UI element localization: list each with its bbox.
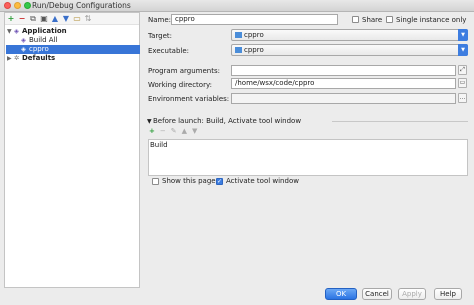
- cmake-target-icon: ◈: [21, 36, 26, 44]
- activate-tool-window-label: Activate tool window: [226, 177, 299, 185]
- folder-icon[interactable]: ▭: [73, 14, 81, 24]
- copy-icon[interactable]: ⧉: [29, 14, 37, 24]
- program-arguments-label: Program arguments:: [148, 67, 220, 75]
- tree-item-label: Defaults: [22, 54, 56, 62]
- close-window-button[interactable]: [4, 2, 11, 9]
- single-instance-label: Single instance only: [396, 16, 467, 24]
- executable-icon: [235, 47, 242, 53]
- target-value: cppro: [244, 31, 264, 39]
- configurations-tree-panel: + − ⧉ ▣ ▲ ▼ ▭ ⇅ ▼ ◈ Application ◈ Build All…: [4, 12, 140, 288]
- move-down-icon[interactable]: ▼: [192, 127, 197, 135]
- environment-variables-input[interactable]: [231, 93, 456, 104]
- ok-button[interactable]: OK: [325, 288, 357, 300]
- add-icon[interactable]: +: [149, 127, 155, 135]
- checkmark-icon: ✓: [217, 178, 223, 185]
- chevron-down-icon[interactable]: ▼: [458, 44, 468, 56]
- show-this-page-checkbox[interactable]: [152, 178, 159, 185]
- move-down-icon[interactable]: ▼: [62, 14, 70, 24]
- apply-button[interactable]: Apply: [398, 288, 426, 300]
- move-up-icon[interactable]: ▲: [51, 14, 59, 24]
- minimize-window-button[interactable]: [14, 2, 21, 9]
- window-title: Run/Debug Configurations: [32, 1, 131, 10]
- maximize-window-button[interactable]: [24, 2, 31, 9]
- target-select[interactable]: cppro ▼: [231, 29, 468, 41]
- browse-folder-button[interactable]: ▭: [458, 78, 467, 88]
- target-label: Target:: [148, 32, 173, 40]
- cancel-button[interactable]: Cancel: [362, 288, 392, 300]
- remove-icon[interactable]: −: [160, 127, 166, 135]
- folder-icon: ▭: [459, 79, 466, 86]
- executable-label: Executable:: [148, 47, 190, 55]
- working-directory-input[interactable]: /home/wsx/code/cppro: [231, 78, 456, 89]
- add-icon[interactable]: +: [7, 14, 15, 24]
- tree-item-application[interactable]: ▼ ◈ Application: [7, 27, 139, 36]
- remove-icon[interactable]: −: [18, 14, 26, 24]
- expand-arguments-button[interactable]: ⤢: [458, 65, 467, 75]
- tree-item-cppro[interactable]: ◈ cppro: [6, 45, 140, 54]
- expand-icon: ⤢: [460, 66, 465, 73]
- before-launch-toggle-icon[interactable]: ▼: [147, 118, 152, 125]
- help-button[interactable]: Help: [434, 288, 462, 300]
- before-launch-header: Before launch: Build, Activate tool wind…: [153, 117, 302, 125]
- list-item[interactable]: Build: [149, 140, 467, 151]
- chevron-right-icon[interactable]: ▶: [7, 54, 14, 63]
- edit-env-vars-button[interactable]: ...: [458, 93, 467, 103]
- share-label: Share: [362, 16, 383, 24]
- chevron-down-icon[interactable]: ▼: [458, 29, 468, 41]
- activate-tool-window-checkbox[interactable]: ✓: [216, 178, 223, 185]
- name-label: Name:: [148, 16, 172, 24]
- executable-select[interactable]: cppro ▼: [231, 44, 468, 56]
- single-instance-checkbox[interactable]: [386, 16, 393, 23]
- before-launch-task-list: Build: [148, 139, 468, 176]
- tree-item-label: Application: [22, 27, 67, 35]
- defaults-wrench-icon: ✲: [14, 54, 20, 62]
- share-checkbox[interactable]: [352, 16, 359, 23]
- working-directory-label: Working directory:: [148, 81, 212, 89]
- tree-item-label: cppro: [29, 45, 49, 53]
- separator: [332, 121, 468, 122]
- sort-icon[interactable]: ⇅: [84, 14, 92, 24]
- title-bar: Run/Debug Configurations: [0, 0, 474, 12]
- executable-value: cppro: [244, 46, 264, 54]
- tree-toolbar: + − ⧉ ▣ ▲ ▼ ▭ ⇅: [5, 13, 139, 25]
- application-icon: ◈: [14, 27, 19, 35]
- tree-item-label: Build All: [29, 36, 58, 44]
- before-launch-toolbar: + − ✎ ▲ ▼: [149, 127, 197, 135]
- cmake-target-icon: ◈: [21, 45, 26, 53]
- move-up-icon[interactable]: ▲: [182, 127, 187, 135]
- target-icon: [235, 32, 242, 38]
- environment-variables-label: Environment variables:: [148, 95, 230, 103]
- edit-icon[interactable]: ✎: [171, 127, 177, 135]
- show-this-page-label: Show this page: [162, 177, 216, 185]
- program-arguments-input[interactable]: [231, 65, 456, 76]
- save-icon[interactable]: ▣: [40, 14, 48, 24]
- name-input[interactable]: cppro: [171, 14, 338, 25]
- tree-item-defaults[interactable]: ▶ ✲ Defaults: [7, 54, 139, 63]
- tree-item-build-all[interactable]: ◈ Build All: [21, 36, 139, 45]
- chevron-down-icon[interactable]: ▼: [7, 27, 14, 36]
